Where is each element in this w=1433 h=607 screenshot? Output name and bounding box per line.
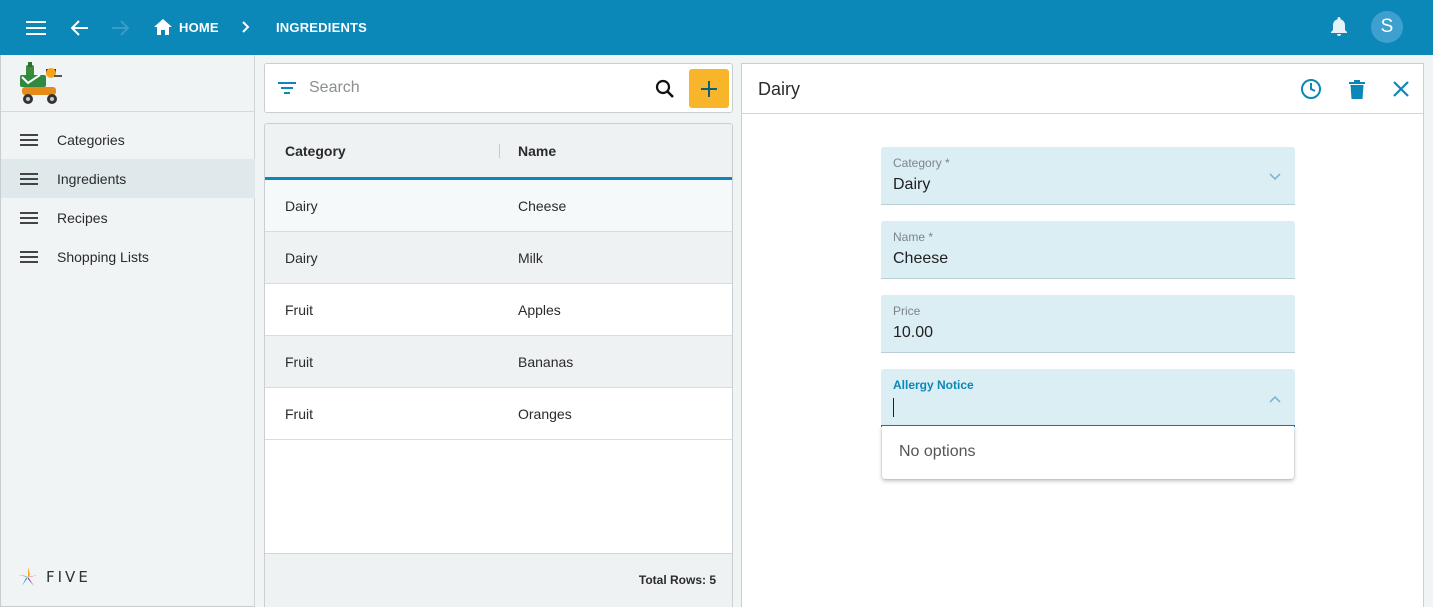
delete-trash-icon[interactable] xyxy=(1345,77,1369,101)
field-value: Dairy xyxy=(893,176,931,193)
allergy-options-dropdown: No options xyxy=(882,426,1294,479)
breadcrumb-home[interactable]: HOME xyxy=(179,20,219,35)
list-icon xyxy=(20,211,38,229)
cell-category: Dairy xyxy=(285,198,318,214)
text-caret xyxy=(893,398,894,417)
list-icon xyxy=(20,172,38,190)
ingredients-table: Category Name Dairy Cheese Dairy Milk Fr… xyxy=(264,123,733,607)
price-field[interactable]: Price 10.00 xyxy=(881,295,1295,353)
cell-name: Bananas xyxy=(518,354,574,370)
app-logo-icon xyxy=(18,61,64,110)
category-select[interactable]: Category * Dairy xyxy=(881,147,1295,205)
search-input[interactable] xyxy=(309,76,639,100)
breadcrumb-ingredients[interactable]: INGREDIENTS xyxy=(276,20,367,35)
chevron-up-icon[interactable] xyxy=(1269,390,1281,408)
field-label: Category * xyxy=(893,156,950,170)
cell-name: Apples xyxy=(518,302,561,318)
app-header: HOME INGREDIENTS S xyxy=(0,0,1433,55)
sidebar-item-label: Shopping Lists xyxy=(57,248,149,265)
five-brand-logo: FIVE xyxy=(16,565,91,589)
column-header-name[interactable]: Name xyxy=(518,143,556,159)
field-value: Cheese xyxy=(893,250,949,267)
sidebar-item-label: Recipes xyxy=(57,209,108,226)
allergy-notice-select[interactable]: Allergy Notice xyxy=(881,369,1295,427)
cell-category: Dairy xyxy=(285,250,318,266)
sidebar-item-label: Ingredients xyxy=(57,170,127,187)
search-bar xyxy=(264,63,733,113)
user-avatar[interactable]: S xyxy=(1371,11,1403,43)
detail-panel: Dairy Category * Dairy Name * Cheese Pri… xyxy=(741,63,1424,607)
cell-category: Fruit xyxy=(285,406,313,422)
field-label: Price xyxy=(893,304,921,318)
list-icon xyxy=(20,250,38,268)
field-label: Name * xyxy=(893,230,934,244)
cell-name: Oranges xyxy=(518,406,572,422)
detail-title: Dairy xyxy=(758,79,801,99)
table-row[interactable]: Dairy Cheese xyxy=(265,180,732,232)
app-logo-area xyxy=(1,55,255,112)
table-row[interactable]: Fruit Apples xyxy=(265,284,732,336)
total-rows-count: Total Rows: 5 xyxy=(638,573,716,587)
chevron-down-icon[interactable] xyxy=(1269,168,1281,186)
sidebar: Categories Ingredients Recipes Shopping … xyxy=(0,55,255,607)
home-icon[interactable] xyxy=(153,17,173,37)
table-row[interactable]: Fruit Bananas xyxy=(265,336,732,388)
sidebar-item-recipes[interactable]: Recipes xyxy=(1,198,255,237)
no-options-message: No options xyxy=(899,443,976,460)
plus-icon xyxy=(701,80,717,97)
search-icon[interactable] xyxy=(655,79,675,104)
list-icon xyxy=(20,133,38,151)
forward-arrow-icon[interactable] xyxy=(108,16,132,40)
sidebar-item-label: Categories xyxy=(57,131,125,148)
sidebar-item-ingredients[interactable]: Ingredients xyxy=(1,159,255,198)
five-star-icon xyxy=(18,567,38,586)
field-label: Allergy Notice xyxy=(893,378,974,392)
history-clock-icon[interactable] xyxy=(1299,77,1323,101)
sidebar-item-categories[interactable]: Categories xyxy=(1,120,255,159)
chevron-right-icon xyxy=(238,19,254,35)
add-record-button[interactable] xyxy=(689,69,729,108)
table-row[interactable]: Dairy Milk xyxy=(265,232,732,284)
cell-name: Milk xyxy=(518,250,543,266)
filter-icon[interactable] xyxy=(278,81,296,100)
table-header: Category Name xyxy=(265,124,732,180)
field-value: 10.00 xyxy=(893,324,934,341)
name-field[interactable]: Name * Cheese xyxy=(881,221,1295,279)
column-header-category[interactable]: Category xyxy=(285,143,346,159)
notification-bell-icon[interactable] xyxy=(1328,16,1350,38)
cell-name: Cheese xyxy=(518,198,567,214)
menu-icon[interactable] xyxy=(24,16,48,40)
sidebar-item-shopping-lists[interactable]: Shopping Lists xyxy=(1,237,255,276)
table-row[interactable]: Fruit Oranges xyxy=(265,388,732,440)
cell-category: Fruit xyxy=(285,354,313,370)
table-footer: Total Rows: 5 xyxy=(265,553,732,607)
brand-text: FIVE xyxy=(46,568,91,586)
cell-category: Fruit xyxy=(285,302,313,318)
detail-header: Dairy xyxy=(742,64,1423,114)
column-divider[interactable] xyxy=(499,144,500,158)
back-arrow-icon[interactable] xyxy=(68,16,92,40)
close-icon[interactable] xyxy=(1389,77,1413,101)
